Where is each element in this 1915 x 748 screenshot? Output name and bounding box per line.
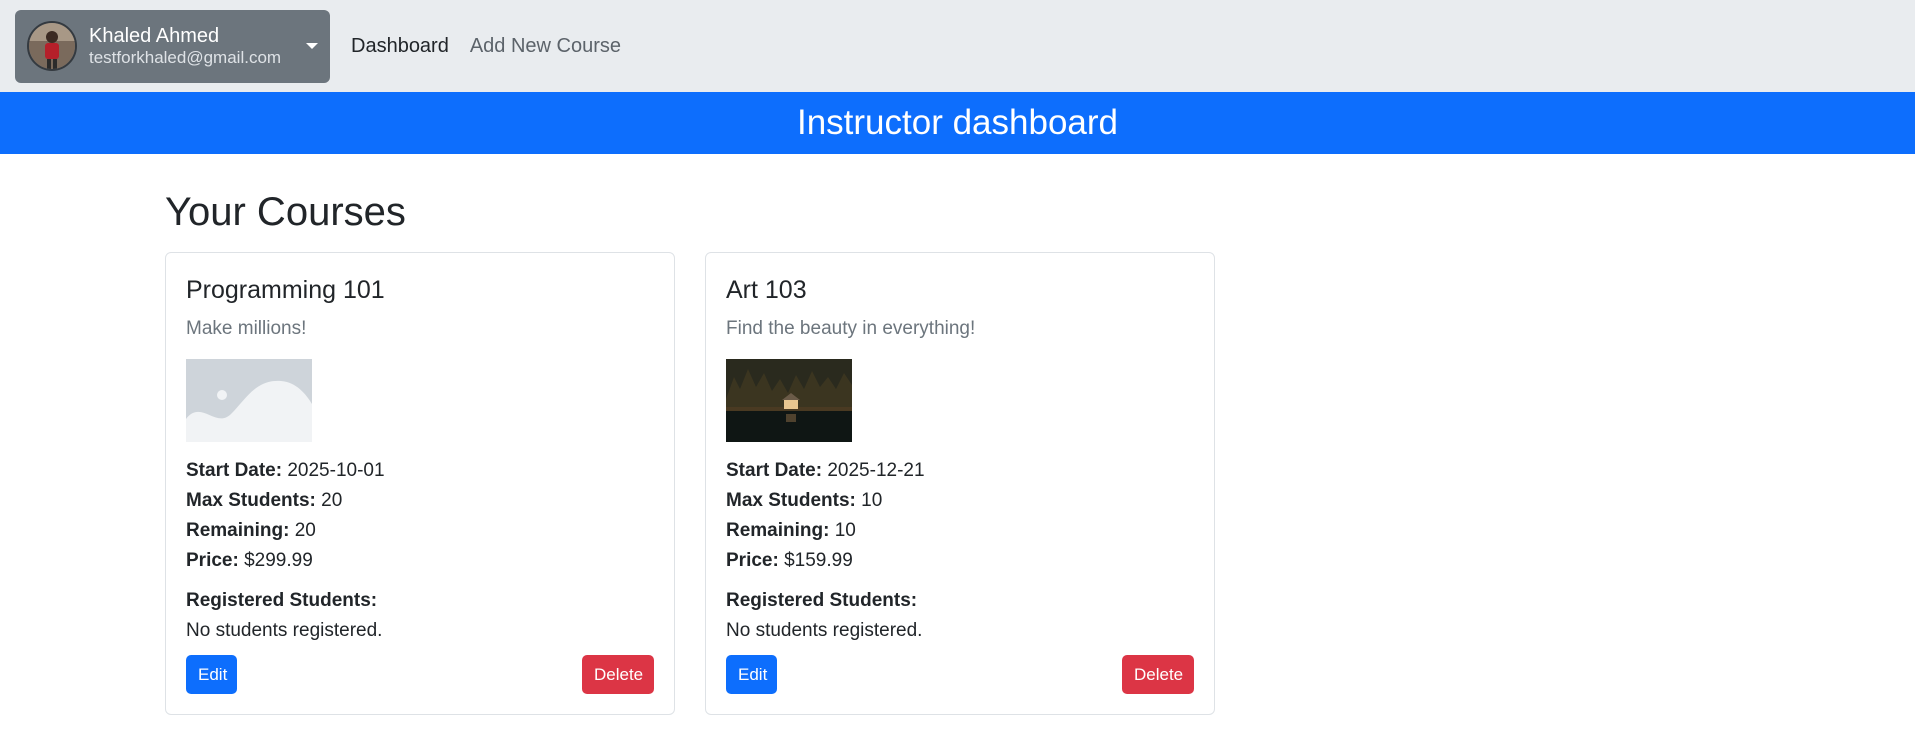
price-label: Price:	[726, 550, 779, 571]
max-students-label: Max Students:	[726, 490, 856, 511]
registered-students-text: No students registered.	[726, 620, 923, 641]
start-date-row: Start Date: 2025-12-21	[726, 456, 1194, 486]
price-row: Price: $299.99	[186, 546, 654, 576]
registered-students-label: Registered Students:	[186, 590, 378, 611]
edit-button[interactable]: Edit	[186, 655, 237, 694]
registered-students-text: No students registered.	[186, 620, 383, 641]
registered-students-label: Registered Students:	[726, 590, 918, 611]
remaining-label: Remaining:	[186, 520, 290, 541]
price-value: $299.99	[244, 550, 313, 571]
avatar	[27, 21, 77, 71]
remaining-label: Remaining:	[726, 520, 830, 541]
chevron-down-icon[interactable]	[306, 43, 318, 49]
user-name: Khaled Ahmed	[89, 25, 220, 47]
start-date-value: 2025-10-01	[287, 460, 385, 481]
price-value: $159.99	[784, 550, 853, 571]
max-students-value: 20	[321, 490, 343, 511]
max-students-row: Max Students: 10	[726, 486, 1194, 516]
price-label: Price:	[186, 550, 239, 571]
course-description: Make millions!	[186, 318, 307, 339]
start-date-label: Start Date:	[726, 460, 823, 481]
remaining-value: 10	[834, 520, 856, 541]
lake-cabin-photo	[726, 359, 852, 442]
user-email: testforkhaled@gmail.com	[89, 48, 282, 67]
remaining-row: Remaining: 10	[726, 516, 1194, 546]
delete-button[interactable]: Delete	[582, 655, 654, 694]
course-card: Programming 101 Make millions! Start Dat…	[165, 252, 675, 715]
start-date-row: Start Date: 2025-10-01	[186, 456, 654, 486]
max-students-label: Max Students:	[186, 490, 316, 511]
course-title: Programming 101	[186, 276, 385, 304]
top-navbar: Khaled Ahmed testforkhaled@gmail.com Das…	[0, 0, 1915, 92]
main-content: Your Courses Programming 101 Make millio…	[0, 188, 1915, 715]
start-date-value: 2025-12-21	[827, 460, 925, 481]
nav-link-add-new-course[interactable]: Add New Course	[470, 35, 621, 58]
price-row: Price: $159.99	[726, 546, 1194, 576]
delete-button[interactable]: Delete	[1122, 655, 1194, 694]
course-title: Art 103	[726, 276, 807, 304]
start-date-label: Start Date:	[186, 460, 283, 481]
user-info: Khaled Ahmed testforkhaled@gmail.com	[89, 24, 306, 68]
course-list: Programming 101 Make millions! Start Dat…	[165, 252, 1915, 715]
placeholder-image-icon	[186, 359, 312, 442]
user-dropdown[interactable]: Khaled Ahmed testforkhaled@gmail.com	[15, 9, 330, 83]
course-card: Art 103 Find the beauty in everything! S…	[705, 252, 1215, 715]
course-description: Find the beauty in everything!	[726, 318, 976, 339]
course-details: Start Date: 2025-10-01 Max Students: 20 …	[186, 456, 654, 576]
dashboard-banner: Instructor dashboard	[0, 92, 1915, 154]
max-students-row: Max Students: 20	[186, 486, 654, 516]
edit-button[interactable]: Edit	[726, 655, 777, 694]
course-details: Start Date: 2025-12-21 Max Students: 10 …	[726, 456, 1194, 576]
page-title: Your Courses	[165, 190, 406, 234]
remaining-row: Remaining: 20	[186, 516, 654, 546]
nav-link-dashboard[interactable]: Dashboard	[351, 35, 449, 58]
max-students-value: 10	[861, 490, 883, 511]
remaining-value: 20	[294, 520, 316, 541]
